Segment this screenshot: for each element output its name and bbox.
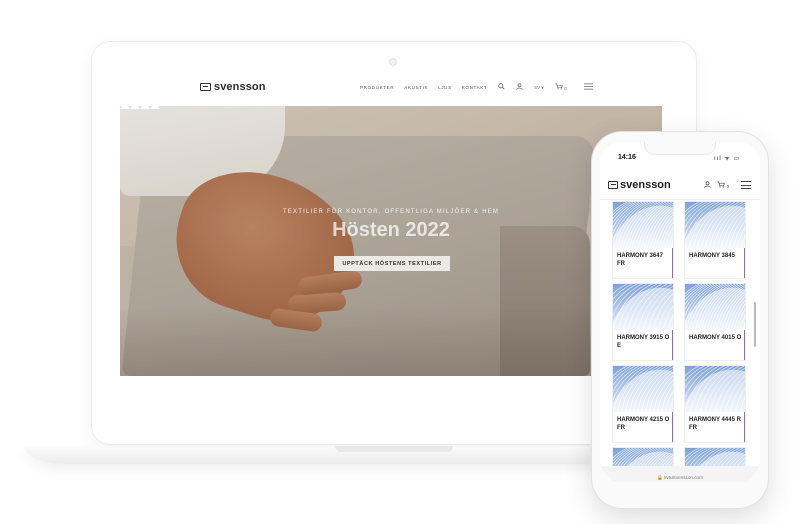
site-logo[interactable]: svensson [200,81,266,93]
product-accent [671,412,673,442]
menu-icon[interactable] [741,181,751,192]
status-signal: ııl ᯤ ▭ [714,156,741,162]
phone-site-header: svensson 0 [600,170,760,200]
logo-mark-icon [200,83,211,91]
url-bar[interactable]: 🔒 kvtulsvensson.com [600,466,760,482]
nav-item-produkter[interactable]: PRODUKTER [360,85,394,90]
cart-count: 0 [564,86,567,91]
decorative-zigzag [120,103,160,109]
language-label: SV [534,85,541,90]
product-card[interactable]: HARMONY 3647 FR [613,202,673,278]
language-selector[interactable]: SV ▾ [534,85,544,91]
site-header: svensson PRODUKTER AKUSTIK LJUS KONTAKT … [120,70,662,106]
phone-logo-text: svensson [620,179,671,191]
product-name: HARMONY 3647 FR [617,253,663,267]
cart-icon[interactable]: 0 [555,83,567,93]
product-card[interactable]: HARMONY 4215 O FR [613,366,673,442]
status-time: 14:16 [618,154,636,161]
product-name: HARMONY 4215 O FR [617,417,670,431]
fabric-pattern [613,366,673,412]
product-accent [671,248,673,278]
search-icon[interactable] [498,83,505,93]
product-grid: HARMONY 3647 FR HARMONY 3845 HARMONY 391… [613,202,751,482]
product-card[interactable]: HARMONY 4015 O [685,284,745,360]
product-image [613,366,673,412]
phone-site-logo[interactable]: svensson [608,179,671,191]
user-icon[interactable] [516,83,523,93]
product-accent [743,248,745,278]
header-icons: SV ▾ 0 [498,83,593,93]
product-accent [743,330,745,360]
phone-notch [645,142,715,154]
fabric-pattern [685,284,745,330]
phone-screen: 14:16 ııl ᯤ ▭ svensson 0 HARMONY 3647 FR [600,142,760,482]
product-image [685,202,745,248]
fabric-pattern [685,202,745,248]
hero-kicker: TEXTILIER FÖR KONTOR, OFFENTLIGA MILJÖER… [282,209,500,215]
laptop-screen: svensson PRODUKTER AKUSTIK LJUS KONTAKT … [120,70,662,412]
product-name: HARMONY 4445 R FR [689,417,741,431]
scrollbar[interactable] [754,302,756,347]
fabric-fold [613,287,673,330]
product-accent [743,412,745,442]
nav-item-ljus[interactable]: LJUS [438,85,452,90]
fabric-fold [685,369,745,412]
main-nav: PRODUKTER AKUSTIK LJUS KONTAKT [360,85,487,90]
hero-cta-button[interactable]: UPPTÄCK HÖSTENS TEXTILIER [334,256,450,271]
fabric-pattern [613,284,673,330]
menu-icon[interactable] [583,83,593,93]
url-text: 🔒 kvtulsvensson.com [657,475,703,480]
hero-banner: TEXTILIER FÖR KONTOR, OFFENTLIGA MILJÖER… [120,106,662,376]
product-card[interactable]: HARMONY 4445 R FR [685,366,745,442]
product-image [613,284,673,330]
hero-title: Hösten 2022 [332,219,450,241]
product-image [685,366,745,412]
nav-item-kontakt[interactable]: KONTAKT [462,85,488,90]
fabric-pattern [685,366,745,412]
phone-header-icons: 0 [704,181,729,190]
product-name: HARMONY 4015 O [689,335,742,341]
product-image [685,284,745,330]
product-card[interactable]: HARMONY 3845 [685,202,745,278]
logo-text: svensson [214,81,266,93]
fabric-pattern [613,202,673,248]
phone-cart-count: 0 [726,184,730,189]
product-image [613,202,673,248]
product-name: HARMONY 3845 [689,253,735,259]
nav-item-akustik[interactable]: AKUSTIK [404,85,428,90]
laptop-notch [335,446,453,452]
logo-mark-icon [608,181,618,189]
laptop-camera [389,58,397,66]
product-accent [671,330,673,360]
product-name: HARMONY 3915 O E [617,335,670,349]
user-icon[interactable] [704,181,711,190]
product-card[interactable]: HARMONY 3915 O E [613,284,673,360]
cart-icon[interactable]: 0 [717,181,729,190]
